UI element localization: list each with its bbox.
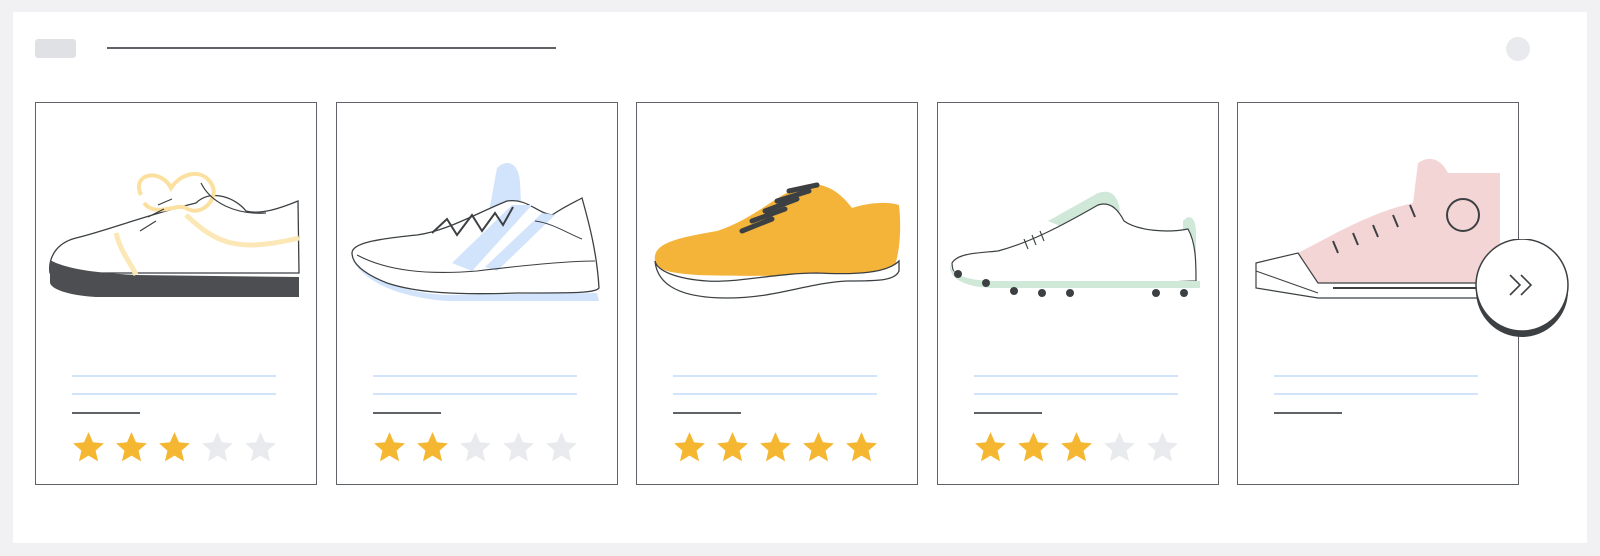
white-sneaker-icon [49,172,300,297]
price-placeholder-line [673,412,741,414]
star-filled-icon [116,432,147,462]
star-empty-icon [503,432,534,462]
star-filled-icon [803,432,834,462]
soccer-cleat-icon [949,191,1200,297]
price-placeholder-line [974,412,1042,414]
running-shoe-icon [351,163,600,301]
title-placeholder-line [72,375,276,377]
title-placeholder-line [72,393,276,395]
star-empty-icon [460,432,491,462]
star-rating [70,429,279,466]
star-empty-icon [546,432,577,462]
title-placeholder-line [373,393,577,395]
header-placeholder-circle [1506,37,1530,61]
star-filled-icon [1061,432,1092,462]
header-placeholder-pill [35,39,76,58]
star-empty-icon [202,432,233,462]
price-placeholder-line [373,412,441,414]
header-placeholder-line [107,47,556,49]
star-filled-icon [374,432,405,462]
product-card[interactable] [35,102,317,485]
price-placeholder-line [1274,412,1342,414]
price-placeholder-line [72,412,140,414]
title-placeholder-line [974,375,1178,377]
star-filled-icon [975,432,1006,462]
star-rating [371,429,580,466]
star-filled-icon [846,432,877,462]
title-placeholder-line [673,375,877,377]
next-button[interactable] [1474,239,1570,339]
star-empty-icon [245,432,276,462]
title-placeholder-line [673,393,877,395]
star-rating [972,429,1181,466]
star-filled-icon [1018,432,1049,462]
star-filled-icon [417,432,448,462]
star-filled-icon [73,432,104,462]
star-empty-icon [1147,432,1178,462]
product-card[interactable] [636,102,918,485]
title-placeholder-line [373,375,577,377]
star-filled-icon [760,432,791,462]
star-filled-icon [159,432,190,462]
star-empty-icon [1104,432,1135,462]
title-placeholder-line [1274,375,1478,377]
star-rating [671,429,880,466]
product-card[interactable] [336,102,618,485]
star-filled-icon [717,432,748,462]
knit-sneaker-icon [654,182,901,299]
title-placeholder-line [974,393,1178,395]
star-filled-icon [674,432,705,462]
title-placeholder-line [1274,393,1478,395]
product-card[interactable] [937,102,1219,485]
